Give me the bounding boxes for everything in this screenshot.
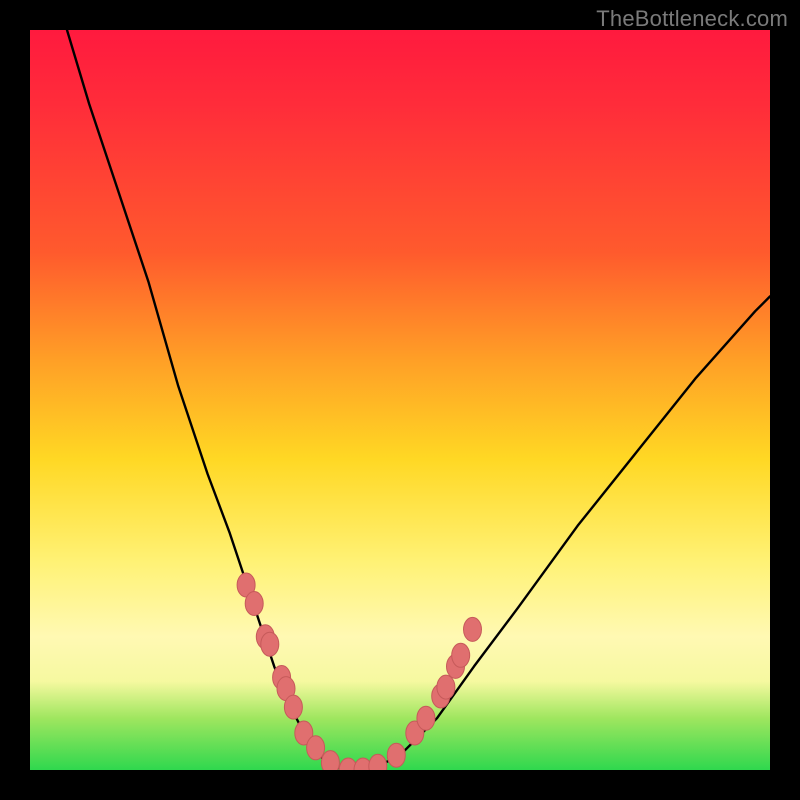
marker-point xyxy=(464,617,482,641)
marker-point xyxy=(369,754,387,770)
marker-point xyxy=(245,592,263,616)
marker-point xyxy=(387,743,405,767)
marker-point xyxy=(452,643,470,667)
marker-point xyxy=(321,751,339,770)
plot-area xyxy=(30,30,770,770)
marker-point xyxy=(284,695,302,719)
watermark-text: TheBottleneck.com xyxy=(596,6,788,32)
chart-svg xyxy=(30,30,770,770)
bottleneck-curve-line xyxy=(67,30,770,770)
marker-point xyxy=(417,706,435,730)
marker-cluster xyxy=(237,573,481,770)
marker-point xyxy=(307,736,325,760)
chart-frame: TheBottleneck.com xyxy=(0,0,800,800)
marker-point xyxy=(437,675,455,699)
marker-point xyxy=(261,632,279,656)
